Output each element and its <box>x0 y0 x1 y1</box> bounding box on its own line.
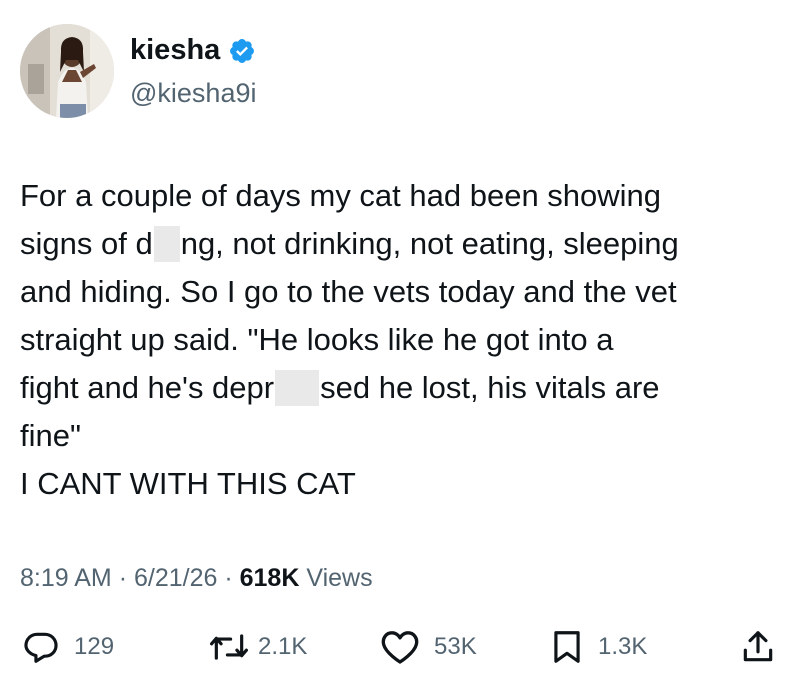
avatar-photo <box>20 24 114 118</box>
tweet-line: For a couple of days my cat had been sho… <box>20 178 662 213</box>
tweet-text-fragment: ng, not drinking, not eating, sleeping <box>180 226 679 261</box>
display-name[interactable]: kiesha <box>130 36 220 65</box>
repost-count: 2.1K <box>258 633 308 660</box>
repost-icon <box>209 634 248 660</box>
tweet-time[interactable]: 8:19 AM <box>20 564 112 592</box>
author-name-row: kiesha <box>130 36 256 65</box>
meta-separator: · <box>118 564 128 592</box>
tweet-date[interactable]: 6/21/26 <box>134 564 217 592</box>
share-button[interactable] <box>740 628 776 666</box>
tweet-line: and hiding. So I go to the vets today an… <box>20 274 677 309</box>
censor-block <box>153 226 180 262</box>
tweet-line: straight up said. "He looks like he got … <box>20 322 614 357</box>
bookmark-count: 1.3K <box>598 633 648 660</box>
verified-badge-icon <box>228 37 256 65</box>
tweet-line: signs of d ng, not drinking, not eating, … <box>20 220 790 268</box>
tweet-line: I CANT WITH THIS CAT <box>20 466 356 501</box>
like-button[interactable]: 53K <box>380 628 477 666</box>
like-count: 53K <box>434 633 477 660</box>
tweet-line: fine" <box>20 418 81 453</box>
action-bar: 129 2.1K 53K 1.3K <box>0 628 800 672</box>
avatar[interactable] <box>20 24 114 118</box>
tweet-line: fight and he's depr sed he lost, his vita… <box>20 364 790 412</box>
views-count: 618K <box>239 564 300 592</box>
reply-count: 129 <box>74 633 115 660</box>
views-label: Views <box>306 564 373 592</box>
heart-icon <box>381 631 419 664</box>
reply-button[interactable]: 129 <box>22 628 114 666</box>
repost-button[interactable]: 2.1K <box>208 628 307 666</box>
tweet-meta: 8:19 AM · 6/21/26 · 618K Views <box>20 564 373 593</box>
bookmark-button[interactable]: 1.3K <box>550 628 647 666</box>
tweet-card: kiesha @kiesha9i For a couple of days my… <box>0 0 800 697</box>
author-handle[interactable]: @kiesha9i <box>130 80 256 107</box>
reply-icon <box>24 632 58 663</box>
tweet-text-fragment: signs of d <box>20 226 153 261</box>
tweet-text-fragment: sed he lost, his vitals are <box>320 370 660 405</box>
bookmark-icon <box>554 631 580 663</box>
tweet-text-fragment: fight and he's depr <box>20 370 275 405</box>
censor-block <box>275 370 320 406</box>
meta-separator: · <box>224 564 233 592</box>
share-icon <box>743 631 773 662</box>
tweet-text: For a couple of days my cat had been sho… <box>20 172 790 508</box>
